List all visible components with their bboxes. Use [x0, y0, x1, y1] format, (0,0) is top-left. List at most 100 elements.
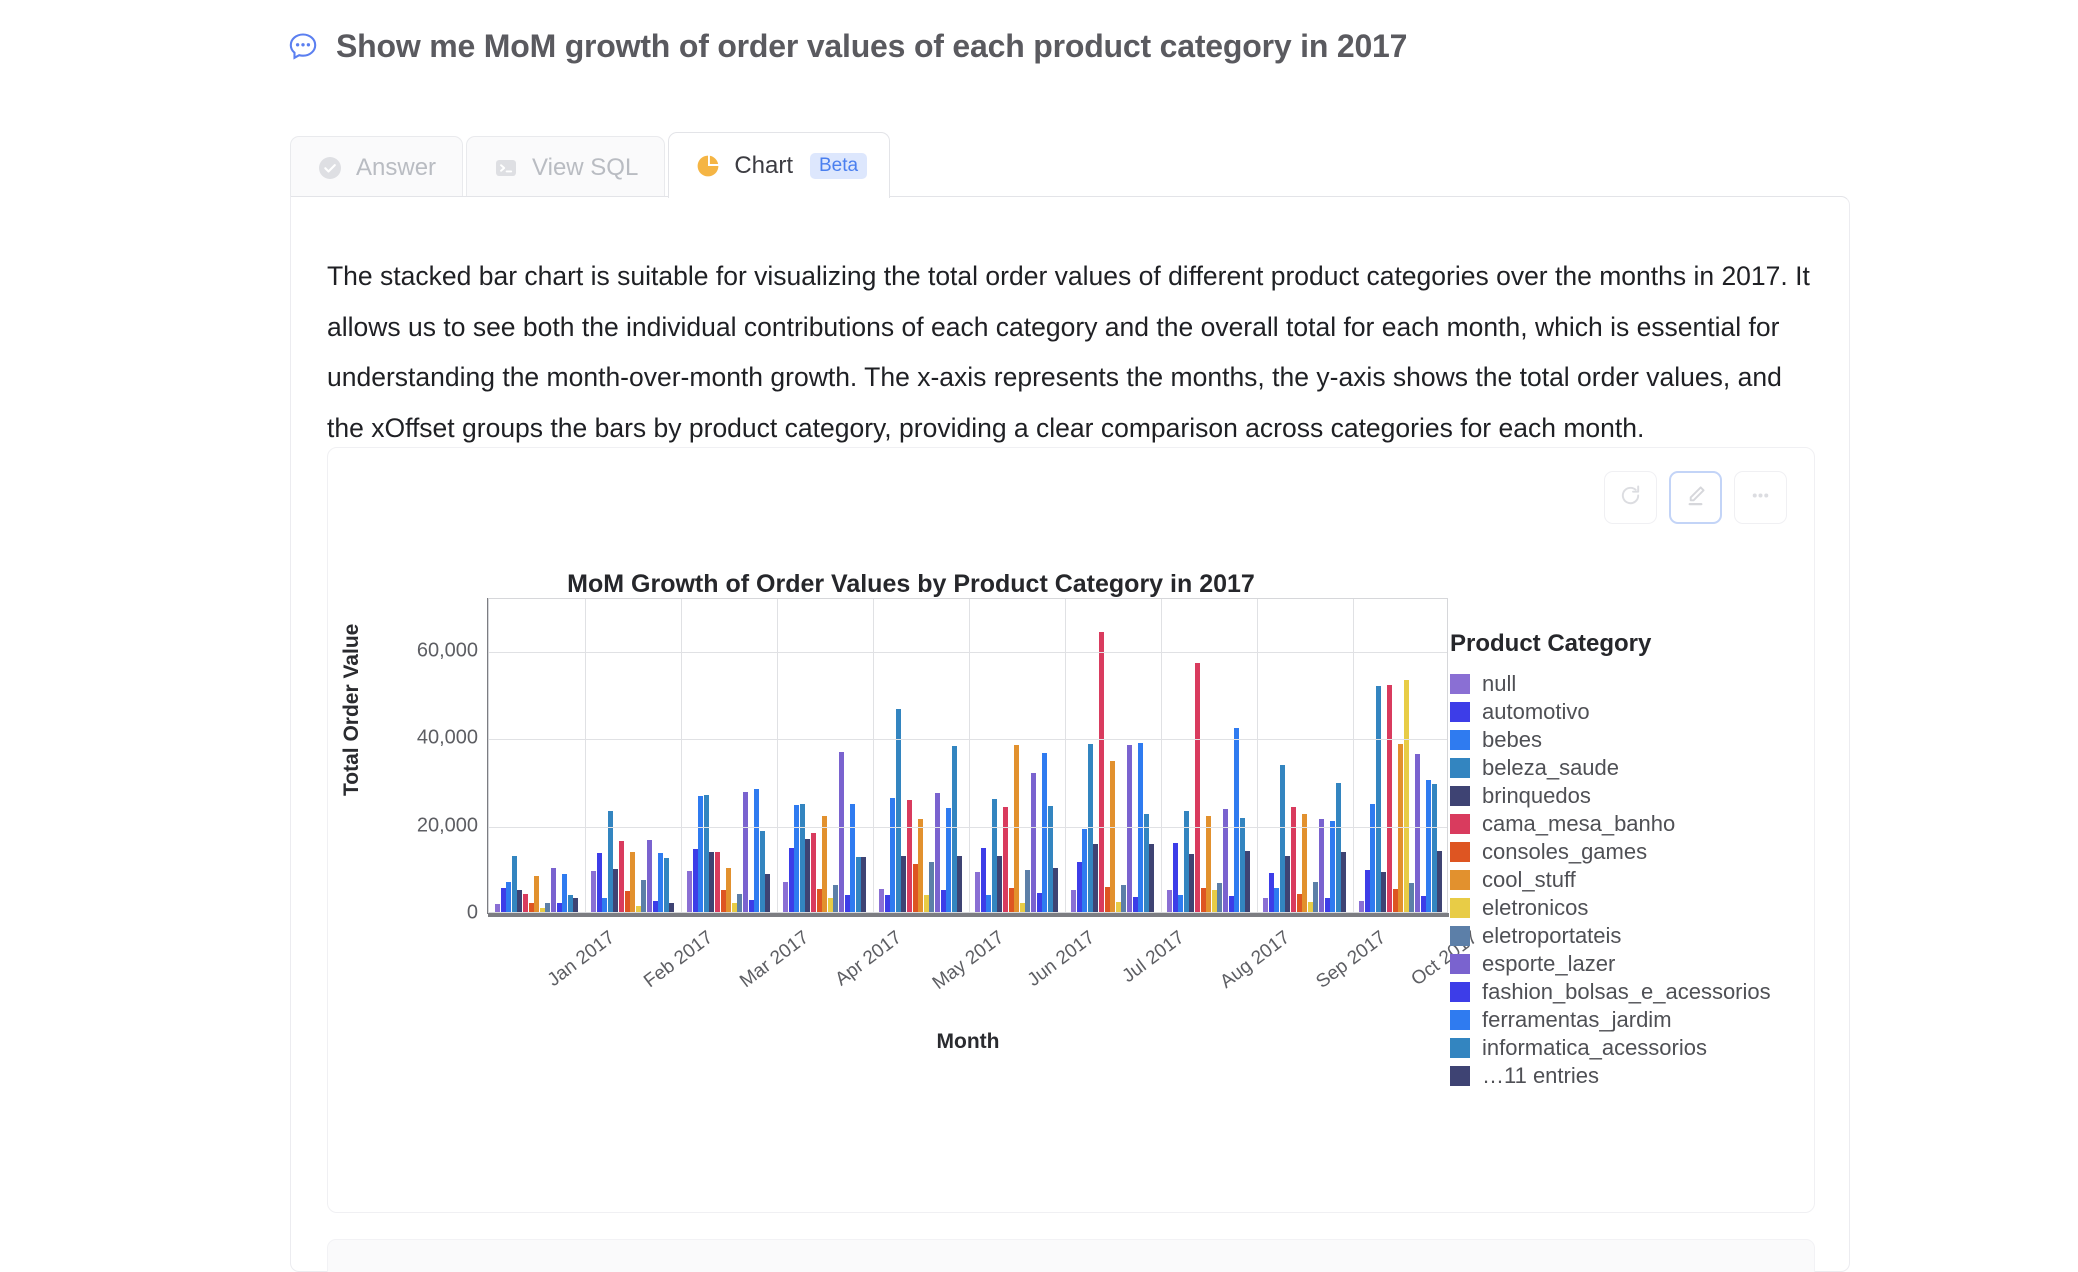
tab-view-sql[interactable]: View SQL: [466, 136, 666, 198]
legend-item[interactable]: esporte_lazer: [1450, 950, 1800, 978]
refresh-button[interactable]: [1604, 471, 1657, 524]
bar[interactable]: [754, 788, 760, 912]
bar[interactable]: [1087, 743, 1093, 912]
bar[interactable]: [1003, 807, 1008, 912]
legend-item[interactable]: null: [1450, 670, 1800, 698]
bar[interactable]: [957, 856, 963, 912]
bar[interactable]: [1228, 895, 1234, 912]
bar[interactable]: [1138, 743, 1144, 912]
bar[interactable]: [980, 848, 986, 912]
tab-chart[interactable]: Chart Beta: [668, 132, 891, 200]
bar[interactable]: [669, 903, 675, 912]
legend-item[interactable]: eletroportateis: [1450, 922, 1800, 950]
bar[interactable]: [1206, 815, 1212, 912]
bar[interactable]: [1268, 872, 1274, 912]
bar[interactable]: [890, 798, 896, 912]
bar[interactable]: [788, 847, 794, 912]
bar[interactable]: [619, 841, 624, 912]
legend-item[interactable]: consoles_games: [1450, 838, 1800, 866]
bar[interactable]: [1359, 901, 1364, 912]
bar[interactable]: [1121, 885, 1127, 912]
bar[interactable]: [923, 894, 929, 912]
bar[interactable]: [1234, 728, 1240, 912]
bar[interactable]: [1115, 901, 1121, 912]
bar[interactable]: [951, 745, 957, 912]
bar[interactable]: [765, 873, 771, 912]
bar[interactable]: [1047, 805, 1053, 912]
legend-item[interactable]: cama_mesa_banho: [1450, 810, 1800, 838]
bar[interactable]: [506, 882, 512, 912]
bar[interactable]: [567, 894, 573, 912]
bar[interactable]: [1053, 868, 1059, 912]
legend-item[interactable]: ferramentas_jardim: [1450, 1006, 1800, 1034]
bar[interactable]: [1330, 820, 1336, 912]
bar[interactable]: [1082, 829, 1088, 912]
bar[interactable]: [703, 794, 709, 912]
bar[interactable]: [855, 856, 861, 912]
bar[interactable]: [1381, 871, 1387, 912]
bar[interactable]: [1071, 889, 1076, 912]
tab-answer[interactable]: Answer: [290, 136, 464, 198]
bar[interactable]: [991, 799, 997, 912]
bar[interactable]: [1093, 844, 1099, 912]
bar[interactable]: [715, 851, 720, 912]
bar[interactable]: [1178, 894, 1184, 912]
bar[interactable]: [1263, 898, 1268, 912]
bar[interactable]: [495, 904, 500, 912]
bar[interactable]: [731, 903, 737, 912]
bar[interactable]: [698, 796, 704, 912]
bar[interactable]: [1195, 662, 1200, 912]
bar[interactable]: [500, 887, 506, 912]
bar[interactable]: [805, 838, 811, 912]
bar[interactable]: [946, 807, 952, 912]
legend-item[interactable]: cool_stuff: [1450, 866, 1800, 894]
bar[interactable]: [562, 874, 568, 912]
bar[interactable]: [1143, 814, 1149, 912]
bar[interactable]: [1307, 901, 1313, 912]
bar[interactable]: [1335, 782, 1341, 912]
bar[interactable]: [573, 897, 579, 912]
more-button[interactable]: [1734, 471, 1787, 524]
bar[interactable]: [1437, 850, 1443, 912]
bar[interactable]: [1099, 632, 1104, 912]
bar[interactable]: [1431, 784, 1437, 912]
bar[interactable]: [912, 863, 918, 912]
bar[interactable]: [794, 805, 800, 912]
bar[interactable]: [879, 889, 884, 912]
bar[interactable]: [1403, 680, 1409, 912]
bar[interactable]: [759, 830, 765, 912]
bar[interactable]: [1387, 684, 1392, 912]
bar[interactable]: [816, 889, 822, 912]
bar[interactable]: [1104, 886, 1110, 912]
bar[interactable]: [641, 879, 647, 912]
bar[interactable]: [844, 894, 850, 912]
bar[interactable]: [1375, 685, 1381, 912]
bar[interactable]: [1426, 779, 1432, 912]
bar[interactable]: [692, 848, 698, 912]
bar[interactable]: [1415, 753, 1420, 912]
bar[interactable]: [1313, 882, 1319, 912]
bar[interactable]: [743, 792, 748, 912]
bar[interactable]: [1398, 744, 1404, 912]
bar[interactable]: [1076, 862, 1082, 912]
bar[interactable]: [1008, 888, 1014, 912]
bar[interactable]: [658, 852, 664, 912]
bar[interactable]: [1274, 887, 1280, 912]
bar[interactable]: [635, 905, 641, 912]
bar[interactable]: [1172, 842, 1178, 912]
bar[interactable]: [1217, 883, 1223, 912]
legend-item[interactable]: informatica_acessorios: [1450, 1034, 1800, 1062]
bar[interactable]: [1341, 851, 1347, 912]
bar[interactable]: [1302, 814, 1308, 912]
bar[interactable]: [748, 899, 754, 912]
bar[interactable]: [850, 804, 856, 912]
bar[interactable]: [1245, 850, 1251, 912]
bar[interactable]: [630, 852, 636, 912]
bar[interactable]: [720, 890, 726, 912]
bar[interactable]: [1189, 854, 1195, 912]
bar[interactable]: [1239, 818, 1245, 912]
legend-item[interactable]: bebes: [1450, 726, 1800, 754]
legend-item[interactable]: automotivo: [1450, 698, 1800, 726]
bar[interactable]: [986, 894, 992, 912]
bar[interactable]: [1409, 882, 1415, 912]
